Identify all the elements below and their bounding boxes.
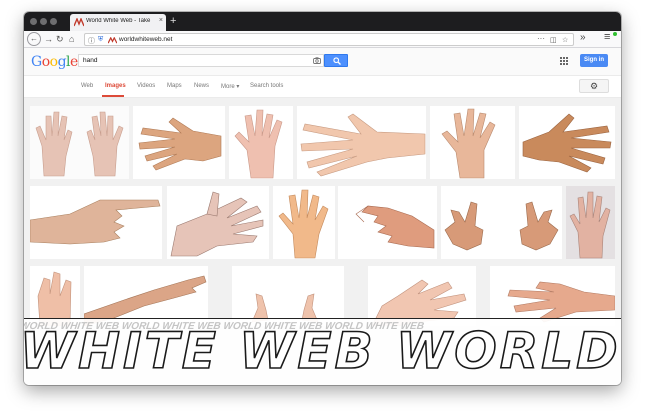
update-dot-icon — [613, 32, 617, 36]
page-actions-icon[interactable]: ··· — [537, 34, 545, 43]
hand-image — [84, 266, 208, 326]
hand-image — [297, 106, 426, 179]
sign-in-button[interactable]: Sign in — [580, 54, 608, 67]
image-result[interactable] — [30, 186, 162, 259]
tab-web[interactable]: Web — [81, 83, 93, 89]
active-tab-indicator — [102, 95, 124, 97]
settings-gear-icon[interactable]: ⚙ — [579, 79, 609, 93]
browser-window: World White Web - Take part in × + ← → ↻… — [24, 12, 621, 385]
hand-image — [167, 186, 269, 259]
search-query[interactable]: hand — [83, 57, 97, 64]
hand-image — [490, 266, 615, 326]
image-result[interactable] — [273, 186, 335, 259]
reload-icon[interactable]: ↻ — [56, 32, 64, 46]
image-result[interactable] — [229, 106, 293, 179]
info-icon[interactable]: ⓘ — [88, 36, 95, 46]
image-result[interactable] — [490, 266, 615, 326]
image-result[interactable] — [338, 186, 437, 259]
tab-search-tools[interactable]: Search tools — [250, 83, 283, 89]
tab-more[interactable]: More ▾ — [221, 83, 239, 90]
new-tab-button[interactable]: + — [170, 14, 176, 28]
tab-strip: World White Web - Take part in × + — [24, 12, 621, 31]
image-result[interactable] — [133, 106, 225, 179]
image-result[interactable] — [519, 106, 615, 179]
zoom-window-button[interactable] — [50, 18, 57, 25]
www-favicon-icon — [74, 18, 84, 27]
image-result[interactable] — [368, 266, 476, 326]
minimize-window-button[interactable] — [40, 18, 47, 25]
search-tabs: Web Images Videos Maps News More ▾ Searc… — [24, 76, 621, 98]
hand-image — [30, 266, 80, 326]
hand-image — [30, 186, 162, 259]
navigation-bar: ← → ↻ ⌂ ⓘ ⛨ worldwhiteweb.net ··· ◫ ☆ » … — [24, 31, 621, 48]
image-result[interactable] — [167, 186, 269, 259]
hand-image — [133, 106, 225, 179]
tab-news[interactable]: News — [194, 83, 209, 89]
hand-image — [232, 266, 344, 326]
search-button[interactable] — [324, 54, 348, 67]
url-bar[interactable]: ⓘ ⛨ worldwhiteweb.net ··· ◫ ☆ — [84, 33, 574, 46]
home-icon[interactable]: ⌂ — [69, 32, 74, 46]
image-result[interactable] — [232, 266, 344, 326]
logo-letter: o — [41, 54, 50, 70]
hand-image — [30, 106, 129, 179]
overflow-chevron-icon[interactable]: » — [580, 32, 586, 43]
hand-image — [519, 106, 615, 179]
hand-image — [229, 106, 293, 179]
google-logo[interactable]: Google — [31, 54, 78, 70]
back-button[interactable]: ← — [27, 32, 41, 46]
watermark-banner: WORLD WHITE WEB WORLD WHITE WEB WORLD WH… — [24, 318, 621, 385]
site-favicon-icon — [108, 37, 117, 44]
search-input[interactable]: hand — [78, 54, 324, 67]
url-text[interactable]: worldwhiteweb.net — [119, 36, 172, 43]
hand-image — [273, 186, 335, 259]
tab-videos[interactable]: Videos — [137, 83, 155, 89]
hand-image — [566, 186, 615, 259]
tab-images[interactable]: Images — [105, 83, 126, 89]
image-result[interactable] — [430, 106, 515, 179]
google-header: Google hand Sign in — [24, 48, 621, 76]
image-result[interactable] — [297, 106, 426, 179]
tracking-shield-icon[interactable]: ⛨ — [98, 36, 103, 44]
hamburger-menu-icon[interactable]: ≡ — [604, 31, 610, 43]
tab-title: World White Web - Take part in — [86, 18, 152, 24]
hand-image — [441, 186, 562, 259]
close-window-button[interactable] — [30, 18, 37, 25]
image-result[interactable] — [566, 186, 615, 259]
tab-maps[interactable]: Maps — [167, 83, 182, 89]
pocket-icon[interactable]: ◫ — [550, 36, 557, 44]
watermark-text: WHITE WEB WORLD — [24, 322, 621, 380]
bookmark-star-icon[interactable]: ☆ — [562, 36, 568, 44]
tab-close-icon[interactable]: × — [159, 17, 163, 24]
image-result[interactable] — [84, 266, 208, 326]
image-result[interactable] — [441, 186, 562, 259]
forward-button[interactable]: → — [44, 32, 53, 46]
image-result[interactable] — [30, 266, 80, 326]
apps-grid-icon[interactable] — [560, 57, 568, 65]
logo-letter: e — [70, 54, 78, 70]
browser-tab[interactable]: World White Web - Take part in × — [70, 14, 166, 31]
image-result[interactable] — [30, 106, 129, 179]
logo-letter: G — [31, 54, 42, 70]
search-icon — [333, 57, 341, 65]
hand-image — [430, 106, 515, 179]
camera-icon[interactable] — [313, 57, 321, 64]
hand-image — [338, 186, 437, 259]
logo-letter: o — [49, 54, 58, 70]
logo-letter: g — [57, 54, 67, 70]
hand-image — [368, 266, 476, 326]
